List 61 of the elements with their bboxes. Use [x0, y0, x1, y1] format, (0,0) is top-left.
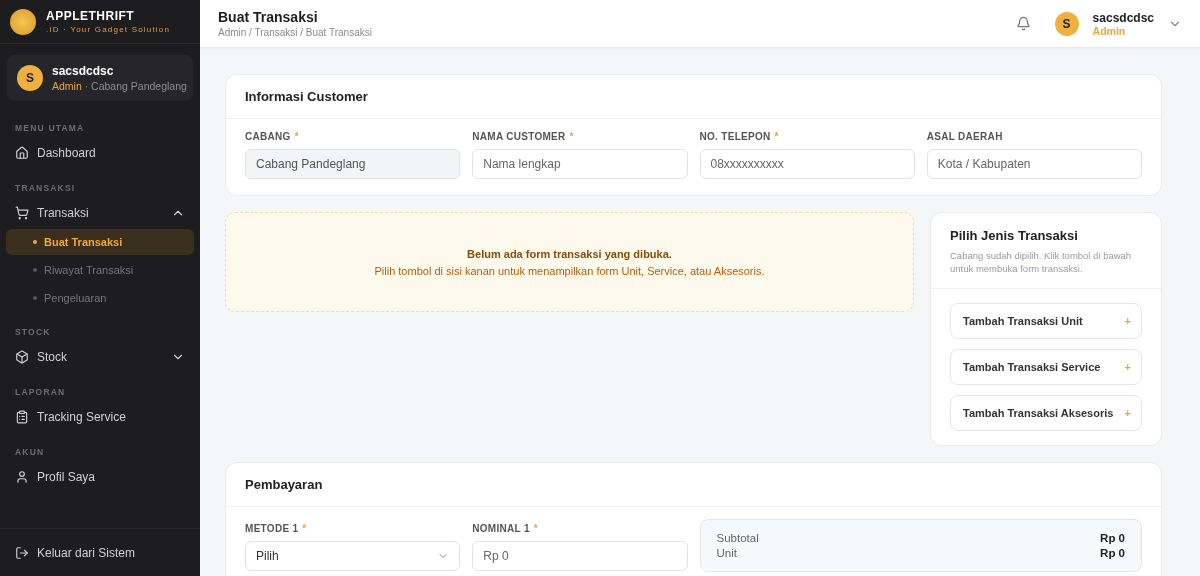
- user-name: sacsdcdsc: [1092, 10, 1154, 25]
- submenu-item[interactable]: Buat Transaksi: [6, 229, 194, 255]
- summary-label: Subtotal: [716, 531, 759, 544]
- menu-item[interactable]: Stock: [0, 341, 200, 373]
- clipboard-icon: [15, 410, 29, 424]
- method-select[interactable]: Pilih: [245, 540, 461, 571]
- field-label: CABANG *: [245, 131, 300, 142]
- menu-heading: LAPORAN: [14, 386, 67, 399]
- menu-heading: STOCK: [14, 326, 52, 339]
- input-field[interactable]: Nama lengkap: [472, 149, 688, 179]
- notification-bell-icon[interactable]: [1015, 16, 1031, 31]
- menu-item[interactable]: Tracking Service: [0, 401, 200, 433]
- required-mark: *: [569, 131, 574, 142]
- card-title: Pembayaran: [226, 462, 1161, 507]
- summary-label: Unit: [716, 546, 737, 559]
- cart-icon: [15, 206, 29, 220]
- menu-heading: MENU UTAMA: [14, 122, 86, 135]
- box-icon: [15, 350, 29, 364]
- user-role: Admin: [1092, 24, 1127, 37]
- user-icon: [15, 470, 29, 484]
- input-field[interactable]: Kota / Kabupaten: [926, 149, 1142, 179]
- breadcrumb: Admin / Transaksi / Buat Transaksi: [218, 27, 372, 38]
- required-mark: *: [302, 522, 307, 534]
- add-transaction-button[interactable]: Tambah Transaksi Service +: [950, 348, 1142, 385]
- logo-icon: [10, 8, 36, 35]
- menu-heading: TRANSAKSI: [14, 182, 77, 195]
- add-transaction-button[interactable]: Tambah Transaksi Unit +: [950, 302, 1142, 339]
- user-role: Admin: [52, 80, 82, 92]
- logout-icon: [15, 545, 29, 560]
- input-field[interactable]: Rp 0: [472, 540, 688, 571]
- menu-item[interactable]: Profil Saya: [0, 461, 200, 493]
- summary-value: Rp 0: [1100, 531, 1125, 544]
- page-title: Buat Transaksi: [218, 9, 319, 25]
- submenu-item[interactable]: Pengeluaran: [6, 285, 194, 311]
- summary-value: Rp 0: [1100, 546, 1125, 559]
- field-label: ASAL DAERAH: [926, 131, 1004, 142]
- menu-item[interactable]: Transaksi: [0, 197, 200, 229]
- avatar: S: [1054, 11, 1079, 36]
- brand-tagline: .ID · Your Gadget Solution: [46, 25, 171, 34]
- required-mark: *: [533, 522, 538, 534]
- user-name: sacsdcdsc: [52, 64, 115, 78]
- avatar: S: [17, 65, 43, 91]
- card-title: Pilih Jenis Transaksi: [950, 228, 1079, 243]
- required-mark: *: [294, 131, 299, 142]
- field-label: NO. TELEPON *: [699, 131, 780, 142]
- field-label: METODE 1 *: [245, 522, 308, 534]
- notice-text: Pilih tombol di sisi kanan untuk menampilkan form Unit, Service, atau Aksesoris.: [374, 264, 765, 277]
- brand-name: APPLETHRIFT: [46, 9, 136, 23]
- required-mark: *: [774, 131, 779, 142]
- submenu-item[interactable]: Riwayat Transaksi: [6, 257, 194, 283]
- field-label: NAMA CUSTOMER *: [472, 131, 575, 142]
- house-icon: [15, 146, 29, 160]
- card-hint: Cabang sudah dipilih. Klik tombol di bawah untuk membuka form transaksi.: [950, 250, 1133, 276]
- notice-title: Belum ada form transaksi yang dibuka.: [467, 247, 672, 260]
- input-field[interactable]: 08xxxxxxxxxx: [699, 149, 915, 179]
- add-transaction-button[interactable]: Tambah Transaksi Aksesoris +: [950, 394, 1142, 431]
- user-branch: · Cabang Pandeglang: [84, 80, 187, 92]
- menu-heading: AKUN: [14, 446, 46, 459]
- menu-item[interactable]: Dashboard: [0, 137, 200, 169]
- card-title: Informasi Customer: [226, 75, 1161, 119]
- field-label: NOMINAL 1 *: [472, 522, 539, 534]
